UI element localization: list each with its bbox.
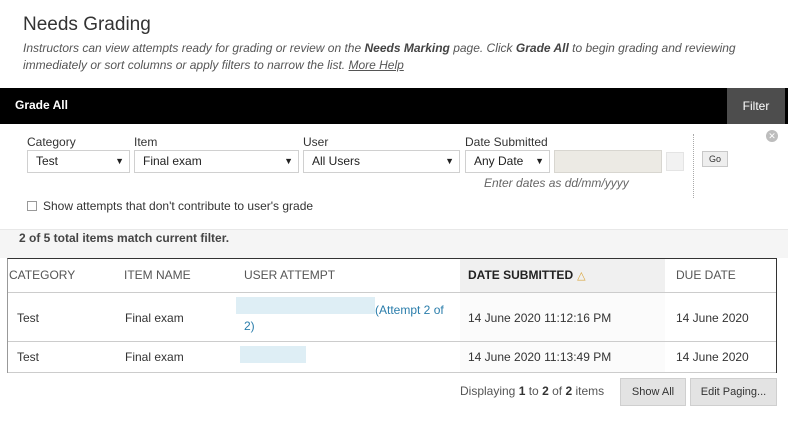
redacted-user-name[interactable] (240, 346, 306, 363)
item-label: Item (134, 135, 158, 149)
header-item-name[interactable]: ITEM NAME (124, 259, 239, 293)
cell-item-name: Final exam (125, 350, 184, 364)
header-due-date-label: DUE DATE (676, 268, 736, 282)
cell-item-name: Final exam (125, 311, 184, 325)
date-select-value: Any Date (474, 154, 524, 168)
header-user-attempt-label: USER ATTEMPT (244, 268, 336, 282)
date-submitted-label: Date Submitted (465, 135, 548, 149)
show-non-contributing-label: Show attempts that don't contribute to u… (43, 199, 314, 213)
paging-to: 2 (542, 384, 549, 398)
paging-mid: to (525, 384, 543, 398)
show-non-contributing-checkbox[interactable] (27, 201, 37, 211)
date-input[interactable] (554, 150, 662, 173)
category-select-value: Test (36, 154, 59, 168)
header-date-submitted-label: DATE SUBMITTED (468, 268, 574, 282)
more-help-link[interactable]: More Help (348, 58, 403, 72)
close-icon[interactable]: ✕ (766, 130, 778, 142)
page-title: Needs Grading (23, 14, 151, 35)
attempt-link-line1[interactable]: (Attempt 2 of (375, 302, 444, 318)
needs-grading-table: CATEGORY ITEM NAME USER ATTEMPT DATE SUB… (7, 258, 777, 373)
item-select[interactable]: Final exam ▼ (134, 150, 299, 173)
header-due-date[interactable]: DUE DATE (665, 259, 776, 293)
item-select-value: Final exam (143, 154, 202, 168)
header-date-submitted[interactable]: DATE SUBMITTED △ (460, 259, 665, 293)
chevron-down-icon: ▼ (535, 156, 544, 166)
cell-due-date: 14 June 2020 (676, 350, 749, 364)
filter-divider (693, 134, 694, 198)
chevron-down-icon: ▼ (284, 156, 293, 166)
results-count-text: 2 of 5 total items match current filter. (19, 231, 230, 245)
redacted-user-name[interactable] (236, 297, 375, 314)
date-input-secondary[interactable] (666, 152, 684, 171)
action-bar: Grade All Filter (0, 88, 788, 124)
category-select[interactable]: Test ▼ (27, 150, 130, 173)
user-select-value: All Users (312, 154, 361, 168)
header-category[interactable]: CATEGORY (9, 259, 119, 293)
grade-all-button[interactable]: Grade All (15, 98, 68, 112)
instructions-text-2: page. Click (449, 41, 516, 55)
filter-button[interactable]: Filter (727, 88, 785, 124)
cell-due-date: 14 June 2020 (676, 311, 749, 325)
header-item-name-label: ITEM NAME (124, 268, 191, 282)
show-all-button[interactable]: Show All (620, 378, 686, 406)
cell-category: Test (17, 311, 40, 325)
date-format-hint: Enter dates as dd/mm/yyyy (484, 176, 629, 190)
paging-prefix: Displaying (460, 384, 519, 398)
page-instructions: Instructors can view attempts ready for … (23, 40, 743, 74)
category-label: Category (27, 135, 76, 149)
header-user-attempt[interactable]: USER ATTEMPT (244, 259, 460, 293)
sort-ascending-icon: △ (577, 270, 586, 282)
table-row: Test Final exam (Attempt 2 of 2) 14 June… (8, 294, 776, 342)
go-button[interactable]: Go (702, 151, 728, 167)
cell-date-submitted: 14 June 2020 11:13:49 PM (468, 350, 612, 364)
date-select[interactable]: Any Date ▼ (465, 150, 550, 173)
cell-date-submitted: 14 June 2020 11:12:16 PM (468, 311, 612, 325)
edit-paging-button[interactable]: Edit Paging... (690, 378, 777, 406)
user-label: User (303, 135, 329, 149)
table-row: Test Final exam 14 June 2020 11:13:49 PM… (8, 342, 776, 373)
chevron-down-icon: ▼ (115, 156, 124, 166)
cell-category: Test (17, 350, 40, 364)
instructions-bold-grade-all: Grade All (515, 41, 569, 55)
paging-summary: Displaying 1 to 2 of 2 items (460, 384, 604, 398)
paging-of: of (548, 384, 566, 398)
chevron-down-icon: ▼ (445, 156, 454, 166)
paging-suffix: items (572, 384, 605, 398)
header-category-label: CATEGORY (9, 268, 76, 282)
attempt-link-line2[interactable]: 2) (244, 318, 255, 334)
instructions-text-1: Instructors can view attempts ready for … (23, 41, 365, 55)
user-select[interactable]: All Users ▼ (303, 150, 460, 173)
instructions-bold-needs-marking: Needs Marking (364, 41, 450, 55)
